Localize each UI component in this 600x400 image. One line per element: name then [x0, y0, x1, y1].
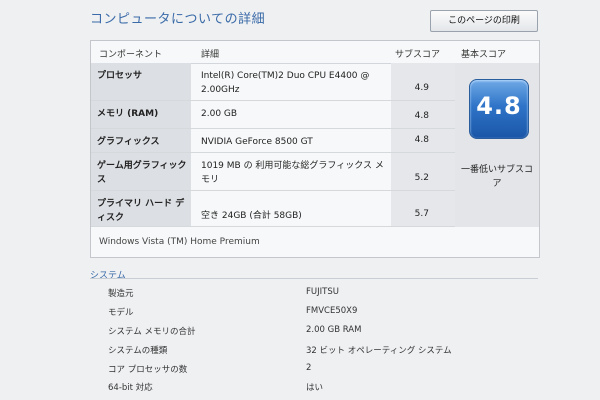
- header-component: コンポーネント: [99, 50, 163, 60]
- row-detail: 1019 MB の 利用可能な総グラフィックス メモリ: [201, 161, 384, 185]
- system-row-value: 2: [306, 363, 312, 373]
- system-row-value: FUJITSU: [306, 287, 339, 297]
- system-row-label: コア プロセッサの数: [108, 365, 188, 375]
- row-subscore: 4.8: [414, 135, 429, 145]
- base-score-panel: 4.8 一番低いサブスコア: [455, 63, 539, 227]
- system-row-value: 2.00 GB RAM: [306, 325, 362, 335]
- row-subscore: 5.2: [414, 173, 429, 183]
- system-row-label: システムの種類: [108, 346, 168, 356]
- row-subscore: 5.7: [414, 209, 429, 219]
- row-subscore: 4.9: [414, 83, 429, 93]
- header-base-score: 基本スコア: [461, 50, 507, 60]
- row-category: プロセッサ: [91, 63, 191, 101]
- os-edition: Windows Vista (TM) Home Premium: [99, 237, 260, 247]
- system-row-label: モデル: [108, 308, 134, 318]
- table-row-gaming-graphics: ゲーム用グラフィックス 1019 MB の 利用可能な総グラフィックス メモリ …: [91, 153, 539, 191]
- system-row-value: FMVCE50X9: [306, 306, 358, 316]
- base-score-caption: 一番低いサブスコア: [460, 165, 533, 189]
- print-page-button[interactable]: このページの印刷: [430, 10, 538, 32]
- system-row-value: 32 ビット オペレーティング システム: [306, 346, 452, 356]
- row-detail: 2.00 GB: [201, 109, 238, 119]
- header-detail: 詳細: [201, 50, 220, 60]
- score-table: コンポーネント 詳細 サブスコア 基本スコア プロセッサ Intel(R) Co…: [90, 40, 540, 258]
- row-category: プライマリ ハード ディスク: [91, 191, 191, 227]
- row-category: グラフィックス: [91, 129, 191, 153]
- system-row-label: 64-bit 対応: [108, 383, 153, 393]
- base-score-value: 4.8: [476, 92, 522, 120]
- table-row-hard-disk: プライマリ ハード ディスク 空き 24GB (合計 58GB) 5.7: [91, 191, 539, 227]
- row-detail: 空き 24GB (合計 58GB): [201, 211, 302, 221]
- row-subscore: 4.8: [414, 111, 429, 121]
- header-subscore: サブスコア: [395, 50, 441, 60]
- row-detail: Intel(R) Core(TM)2 Duo CPU E4400 @ 2.00G…: [201, 71, 370, 95]
- row-category: ゲーム用グラフィックス: [91, 153, 191, 191]
- section-divider: [90, 278, 538, 279]
- row-category: メモリ (RAM): [91, 101, 191, 129]
- system-section-title: システム: [90, 271, 126, 281]
- page-title: コンピュータについての詳細: [90, 12, 266, 27]
- table-row-memory: メモリ (RAM) 2.00 GB 4.8: [91, 101, 539, 129]
- system-row-value: はい: [306, 383, 324, 393]
- system-row-label: 製造元: [108, 289, 134, 299]
- table-header: コンポーネント 詳細 サブスコア 基本スコア: [91, 41, 539, 64]
- table-row-processor: プロセッサ Intel(R) Core(TM)2 Duo CPU E4400 @…: [91, 63, 539, 101]
- system-row-label: システム メモリの合計: [108, 327, 196, 337]
- table-row-graphics: グラフィックス NVIDIA GeForce 8500 GT 4.8: [91, 129, 539, 153]
- base-score-badge: 4.8: [469, 79, 529, 139]
- row-detail: NVIDIA GeForce 8500 GT: [201, 137, 313, 147]
